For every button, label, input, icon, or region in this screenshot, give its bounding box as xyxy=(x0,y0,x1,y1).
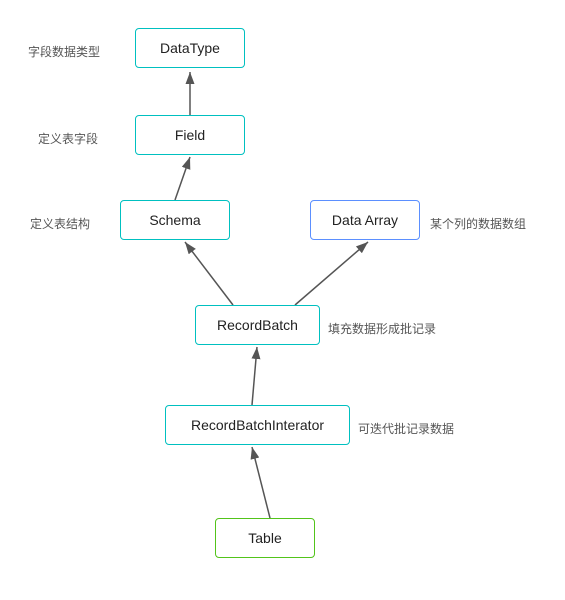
dataarray-label: Data Array xyxy=(332,212,398,228)
recordbatchinterator-label: RecordBatchInterator xyxy=(191,417,324,433)
annotation-dataarray: 某个列的数据数组 xyxy=(430,215,526,232)
datatype-label: DataType xyxy=(160,40,220,56)
diagram: DataType Field Schema Data Array RecordB… xyxy=(0,0,565,600)
annotation-recordbatch: 填充数据形成批记录 xyxy=(328,320,436,337)
schema-node: Schema xyxy=(120,200,230,240)
annotation-schema: 定义表结构 xyxy=(30,215,90,232)
table-label: Table xyxy=(248,530,281,546)
recordbatchinterator-node: RecordBatchInterator xyxy=(165,405,350,445)
annotation-datatype: 字段数据类型 xyxy=(28,43,100,60)
table-node: Table xyxy=(215,518,315,558)
annotation-field: 定义表字段 xyxy=(38,130,98,147)
recordbatch-label: RecordBatch xyxy=(217,317,298,333)
annotation-recordbatchinterator: 可迭代批记录数据 xyxy=(358,420,454,437)
field-label: Field xyxy=(175,127,205,143)
field-node: Field xyxy=(135,115,245,155)
dataarray-node: Data Array xyxy=(310,200,420,240)
datatype-node: DataType xyxy=(135,28,245,68)
schema-label: Schema xyxy=(149,212,200,228)
recordbatch-node: RecordBatch xyxy=(195,305,320,345)
